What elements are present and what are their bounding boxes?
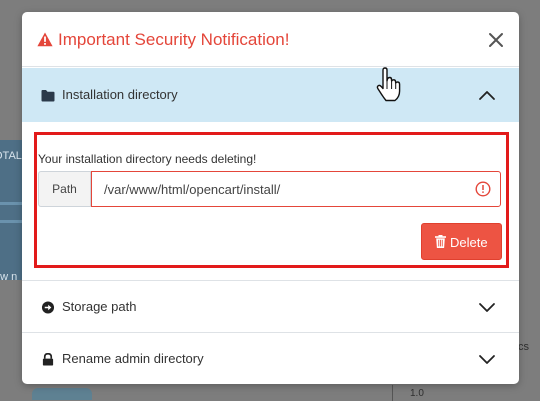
delete-button[interactable]: Delete <box>421 223 502 260</box>
path-label: Path <box>38 171 91 207</box>
warning-icon <box>37 32 53 47</box>
accordion-header-rename-admin-directory[interactable]: Rename admin directory <box>22 333 519 384</box>
accordion-label-installation-directory: Installation directory <box>62 87 178 102</box>
background-axis-tick: 1.0 <box>410 388 424 399</box>
modal-header: Important Security Notification! <box>22 12 519 67</box>
chevron-down-icon[interactable] <box>478 300 496 314</box>
chevron-up-icon[interactable] <box>478 88 496 102</box>
close-icon[interactable] <box>486 30 506 50</box>
delete-button-label: Delete <box>450 235 488 250</box>
folder-icon <box>41 90 55 102</box>
security-notification-modal: Important Security Notification! Install… <box>22 12 519 384</box>
arrow-circle-right-icon <box>41 301 55 314</box>
hand-cursor-icon <box>376 67 401 102</box>
accordion-header-installation-directory[interactable]: Installation directory <box>22 68 519 122</box>
accordion-label-storage-path: Storage path <box>62 299 137 314</box>
path-input-group: Path <box>38 171 503 207</box>
lock-icon <box>42 353 54 366</box>
accordion-item-storage-path: Storage path <box>22 280 519 332</box>
background-total-label: OTAL <box>0 150 22 162</box>
background-view-label: ew n <box>0 271 18 283</box>
accordion-header-storage-path[interactable]: Storage path <box>22 281 519 333</box>
background-map <box>32 388 92 400</box>
chevron-down-icon[interactable] <box>478 352 496 366</box>
installation-warning-text: Your installation directory needs deleti… <box>38 152 257 166</box>
background-side-label: cs <box>518 341 529 353</box>
modal-title: Important Security Notification! <box>58 30 290 49</box>
invalid-icon <box>475 181 491 197</box>
accordion-label-rename-admin-directory: Rename admin directory <box>62 351 204 366</box>
accordion-item-rename-admin-directory: Rename admin directory <box>22 332 519 384</box>
path-field[interactable] <box>91 171 501 207</box>
background-axis-line <box>392 385 393 401</box>
trash-icon <box>435 235 446 248</box>
